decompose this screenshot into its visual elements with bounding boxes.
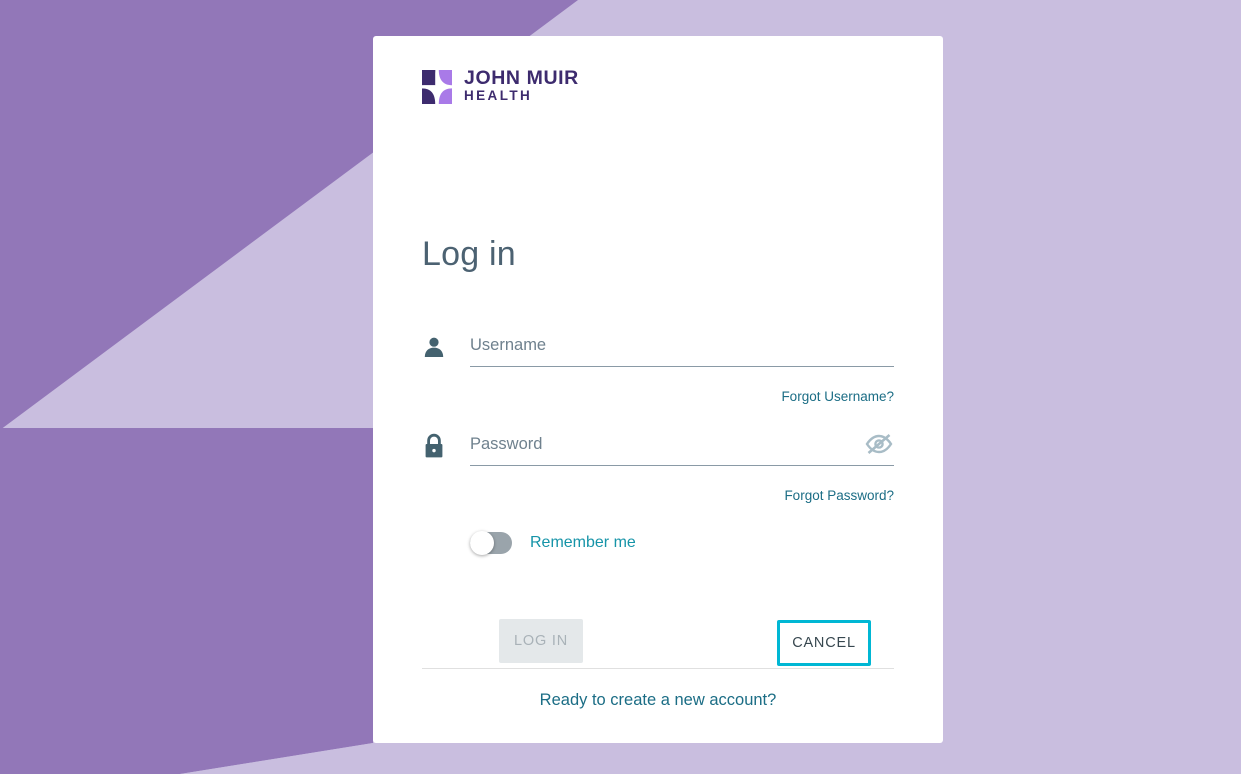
brand-wordmark: JOHN MUIR HEALTH: [464, 68, 579, 105]
action-button-row: LOG IN CANCEL: [422, 582, 894, 702]
cancel-button[interactable]: CANCEL: [777, 620, 871, 666]
lock-icon: [422, 426, 456, 466]
remember-me-label[interactable]: Remember me: [530, 534, 636, 552]
login-button[interactable]: LOG IN: [499, 619, 583, 663]
username-field-row: [422, 324, 894, 367]
password-input-wrap: [470, 423, 894, 466]
username-input[interactable]: [470, 328, 894, 362]
forgot-username-link[interactable]: Forgot Username?: [781, 389, 894, 404]
brand-name-line2: HEALTH: [464, 88, 533, 104]
password-field-row: [422, 423, 894, 466]
create-account-link[interactable]: Ready to create a new account?: [540, 691, 777, 709]
toggle-knob: [470, 531, 494, 555]
person-icon: [422, 327, 456, 367]
password-input[interactable]: [470, 427, 894, 461]
create-account-row: Ready to create a new account?: [422, 691, 894, 710]
eye-slash-icon[interactable]: [864, 432, 894, 456]
remember-me-toggle[interactable]: [470, 531, 512, 555]
background-purple-shape-bottom: [0, 428, 373, 774]
username-input-wrap: [470, 324, 894, 367]
login-card: JOHN MUIR HEALTH Log in Forgot Username?: [373, 36, 943, 743]
brand-logo: JOHN MUIR HEALTH: [422, 68, 579, 105]
brand-name-line1: JOHN MUIR: [464, 67, 579, 89]
remember-me-row: Remember me: [470, 531, 636, 555]
forgot-password-row: Forgot Password?: [422, 487, 894, 505]
forgot-password-link[interactable]: Forgot Password?: [784, 488, 894, 503]
page-title: Log in: [422, 234, 516, 273]
card-divider: [422, 668, 894, 669]
john-muir-butterfly-mark-icon: [422, 69, 452, 104]
forgot-username-row: Forgot Username?: [422, 388, 894, 406]
